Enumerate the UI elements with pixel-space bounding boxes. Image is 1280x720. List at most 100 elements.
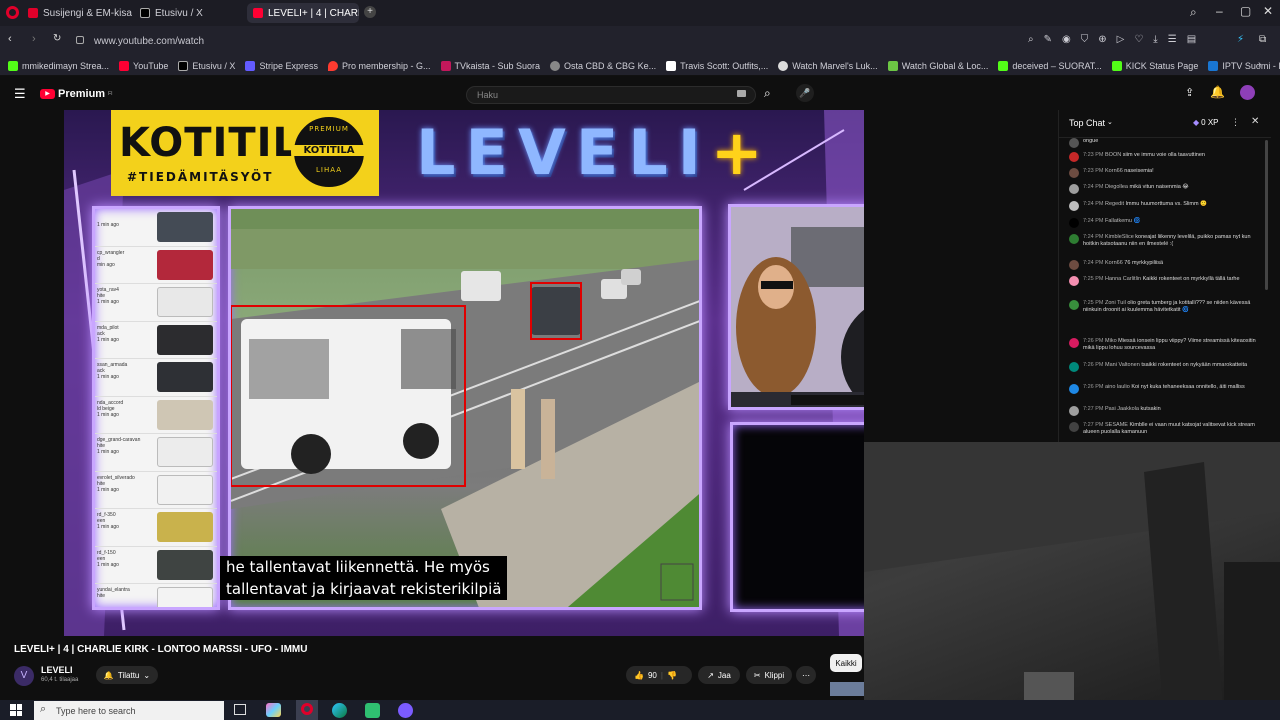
lock-icon[interactable]: ▤ xyxy=(1187,34,1196,45)
chat-author-avatar[interactable] xyxy=(1069,384,1079,394)
bookmark-item[interactable]: Travis Scott: Outfits,... xyxy=(666,60,768,71)
tab-search-icon[interactable]: ⌕ xyxy=(1190,5,1197,20)
bookmark-item[interactable]: Osta CBD & CBG Ke... xyxy=(550,60,656,71)
youtube-logo[interactable]: ▶ Premium FI xyxy=(40,88,113,100)
paint-app-icon[interactable] xyxy=(266,703,281,717)
tab-youtube-active[interactable]: LEVELI+ | 4 | CHARLIE xyxy=(247,3,359,23)
back-icon[interactable]: ‹ xyxy=(8,33,12,45)
task-view-icon[interactable] xyxy=(234,704,246,715)
chat-author[interactable]: Mani Valtonen xyxy=(1105,362,1140,368)
related-video-thumbnail[interactable] xyxy=(830,682,864,696)
play-icon[interactable]: ▷ xyxy=(1117,34,1125,45)
chat-author[interactable]: SESAME xyxy=(1105,422,1128,428)
chat-close-icon[interactable]: ✕ xyxy=(1251,116,1259,127)
hamburger-menu-icon[interactable]: ☰ xyxy=(14,86,26,102)
store-app-icon[interactable] xyxy=(365,703,380,718)
vpn-icon[interactable]: ⊕ xyxy=(1098,34,1106,45)
maximize-icon[interactable]: ▢ xyxy=(1240,4,1251,18)
chat-author[interactable]: Korn66 xyxy=(1105,260,1123,266)
discord-app-icon[interactable] xyxy=(398,703,413,718)
download-icon[interactable]: ⤓ xyxy=(1153,34,1157,45)
extensions-icon[interactable]: ⧉ xyxy=(1259,34,1266,45)
chat-author[interactable]: Pasi Jaakkola xyxy=(1105,406,1139,412)
edge-app-icon[interactable] xyxy=(332,703,347,718)
voice-search-icon[interactable]: 🎤 xyxy=(796,84,814,102)
keyboard-icon[interactable] xyxy=(737,90,746,97)
like-button[interactable]: 👍 90 xyxy=(634,671,657,680)
bookmark-item[interactable]: mmikedimayn Strea... xyxy=(8,60,109,71)
opera-app-icon[interactable] xyxy=(296,700,318,720)
search-input[interactable]: Haku xyxy=(466,86,756,104)
chat-author-avatar[interactable] xyxy=(1069,201,1079,211)
chat-author-avatar[interactable] xyxy=(1069,300,1079,310)
chat-author-avatar[interactable] xyxy=(1069,406,1079,416)
bookmark-item[interactable]: Stripe Express xyxy=(245,60,318,71)
heart-icon[interactable]: ♡ xyxy=(1134,34,1143,45)
bookmark-item[interactable]: Etusivu / X xyxy=(178,60,235,71)
tab-x[interactable]: Etusivu / X xyxy=(134,3,244,23)
forward-icon[interactable]: › xyxy=(32,33,36,45)
reload-icon[interactable]: ↻ xyxy=(53,33,61,44)
site-info-icon[interactable] xyxy=(76,36,84,44)
upload-icon[interactable]: ⇪ xyxy=(1185,86,1194,99)
edit-icon[interactable]: ✎ xyxy=(1044,34,1052,45)
windows-start-icon[interactable] xyxy=(10,704,22,716)
bookmark-item[interactable]: Watch Marvel's Luk... xyxy=(778,60,878,71)
chat-author-avatar[interactable] xyxy=(1069,218,1079,228)
bookmark-item[interactable]: deceived – SUORAT... xyxy=(998,60,1102,71)
subscribe-button[interactable]: 🔔 Tilattu ⌄ xyxy=(96,666,158,684)
clip-button[interactable]: ✂ Klippi xyxy=(746,666,792,684)
chat-author-avatar[interactable] xyxy=(1069,168,1079,178)
chat-author-avatar[interactable] xyxy=(1069,362,1079,372)
taskbar-search-input[interactable]: ⌕ Type here to search xyxy=(34,701,224,720)
chat-author-avatar[interactable] xyxy=(1069,338,1079,348)
chat-mode-dropdown[interactable]: Top Chat ⌄ xyxy=(1069,118,1113,128)
filter-chip-all[interactable]: Kaikki xyxy=(830,654,862,672)
chat-author[interactable]: Diegollea xyxy=(1105,184,1128,190)
dislike-button-icon[interactable]: 👎 xyxy=(667,671,677,680)
more-actions-button[interactable]: ⋯ xyxy=(796,666,816,684)
chat-author[interactable]: Fallatkemu xyxy=(1105,218,1132,224)
chat-author-avatar[interactable] xyxy=(1069,138,1079,148)
ai-button-icon[interactable]: ⚡ xyxy=(1237,34,1244,45)
chat-author[interactable]: Hanna Carlitlin xyxy=(1105,276,1141,282)
new-tab-button[interactable]: + xyxy=(364,6,376,18)
chat-author[interactable]: KimbleSlice xyxy=(1105,234,1134,240)
chat-author-avatar[interactable] xyxy=(1069,422,1079,432)
chat-scrollbar[interactable] xyxy=(1265,140,1268,290)
close-window-icon[interactable]: ✕ xyxy=(1263,4,1273,18)
bookmark-item[interactable]: IPTV Suomi - IPTV-v... xyxy=(1208,60,1280,71)
bookmark-item[interactable]: TVkaista - Sub Suora xyxy=(440,60,540,71)
bookmark-item[interactable]: KICK Status Page xyxy=(1111,60,1198,71)
chat-author-avatar[interactable] xyxy=(1069,234,1079,244)
chat-author[interactable]: aino laulio xyxy=(1105,384,1130,390)
chat-author[interactable]: Regedit xyxy=(1105,201,1124,207)
chat-author[interactable]: Miko xyxy=(1105,338,1117,344)
chat-author-avatar[interactable] xyxy=(1069,152,1079,162)
share-button[interactable]: ↗ Jaa xyxy=(698,666,740,684)
menu-icon[interactable]: ☰ xyxy=(1168,34,1177,45)
minimize-icon[interactable]: – xyxy=(1216,4,1223,18)
bookmarks-more-icon[interactable]: › xyxy=(1258,59,1261,70)
bookmark-item[interactable]: Watch Global & Loc... xyxy=(887,60,988,71)
bookmark-item[interactable]: YouTube xyxy=(119,60,168,71)
opera-logo-icon[interactable] xyxy=(6,6,19,19)
chat-author[interactable]: Korn66 xyxy=(1105,168,1123,174)
url-field[interactable]: www.youtube.com/watch xyxy=(88,31,1028,51)
chat-author[interactable]: BOON xyxy=(1105,152,1121,158)
tab-yle[interactable]: Susijengi & EM-kisat - Yle xyxy=(22,3,132,23)
notifications-bell-icon[interactable]: 🔔 xyxy=(1210,85,1225,99)
chat-menu-icon[interactable]: ⋮ xyxy=(1231,117,1240,128)
camera-icon[interactable]: ◉ xyxy=(1062,34,1071,45)
avatar[interactable] xyxy=(1240,85,1255,100)
shield-icon[interactable]: ⛉ xyxy=(1081,34,1089,45)
chat-author-avatar[interactable] xyxy=(1069,276,1079,286)
xp-badge[interactable]: ◆ 0 XP xyxy=(1193,118,1219,127)
search-icon[interactable]: ⌕ xyxy=(764,86,771,101)
chat-author-avatar[interactable] xyxy=(1069,260,1079,270)
bookmark-item[interactable]: Pro membership - G... xyxy=(327,60,431,71)
chat-author-avatar[interactable] xyxy=(1069,184,1079,194)
search-page-icon[interactable]: ⌕ xyxy=(1028,34,1034,45)
channel-name[interactable]: LEVELI xyxy=(41,665,73,675)
video-player[interactable]: KOTITILA #TIEDÄMITÄSYÖT PREMIUM KOTITILA… xyxy=(64,110,864,636)
